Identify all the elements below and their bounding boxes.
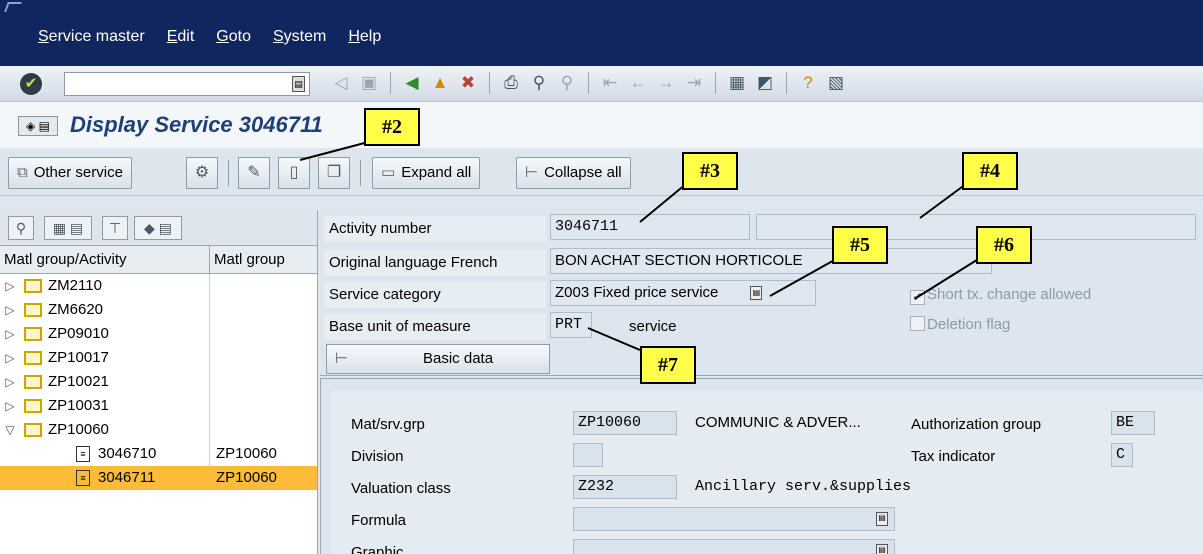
callout-arrows [299, 139, 981, 351]
callout-4: #4 [962, 152, 1018, 190]
callout-7: #7 [640, 346, 696, 384]
callout-6: #6 [976, 226, 1032, 264]
callout-3: #3 [682, 152, 738, 190]
callout-2: #2 [364, 108, 420, 146]
callout-5: #5 [832, 226, 888, 264]
